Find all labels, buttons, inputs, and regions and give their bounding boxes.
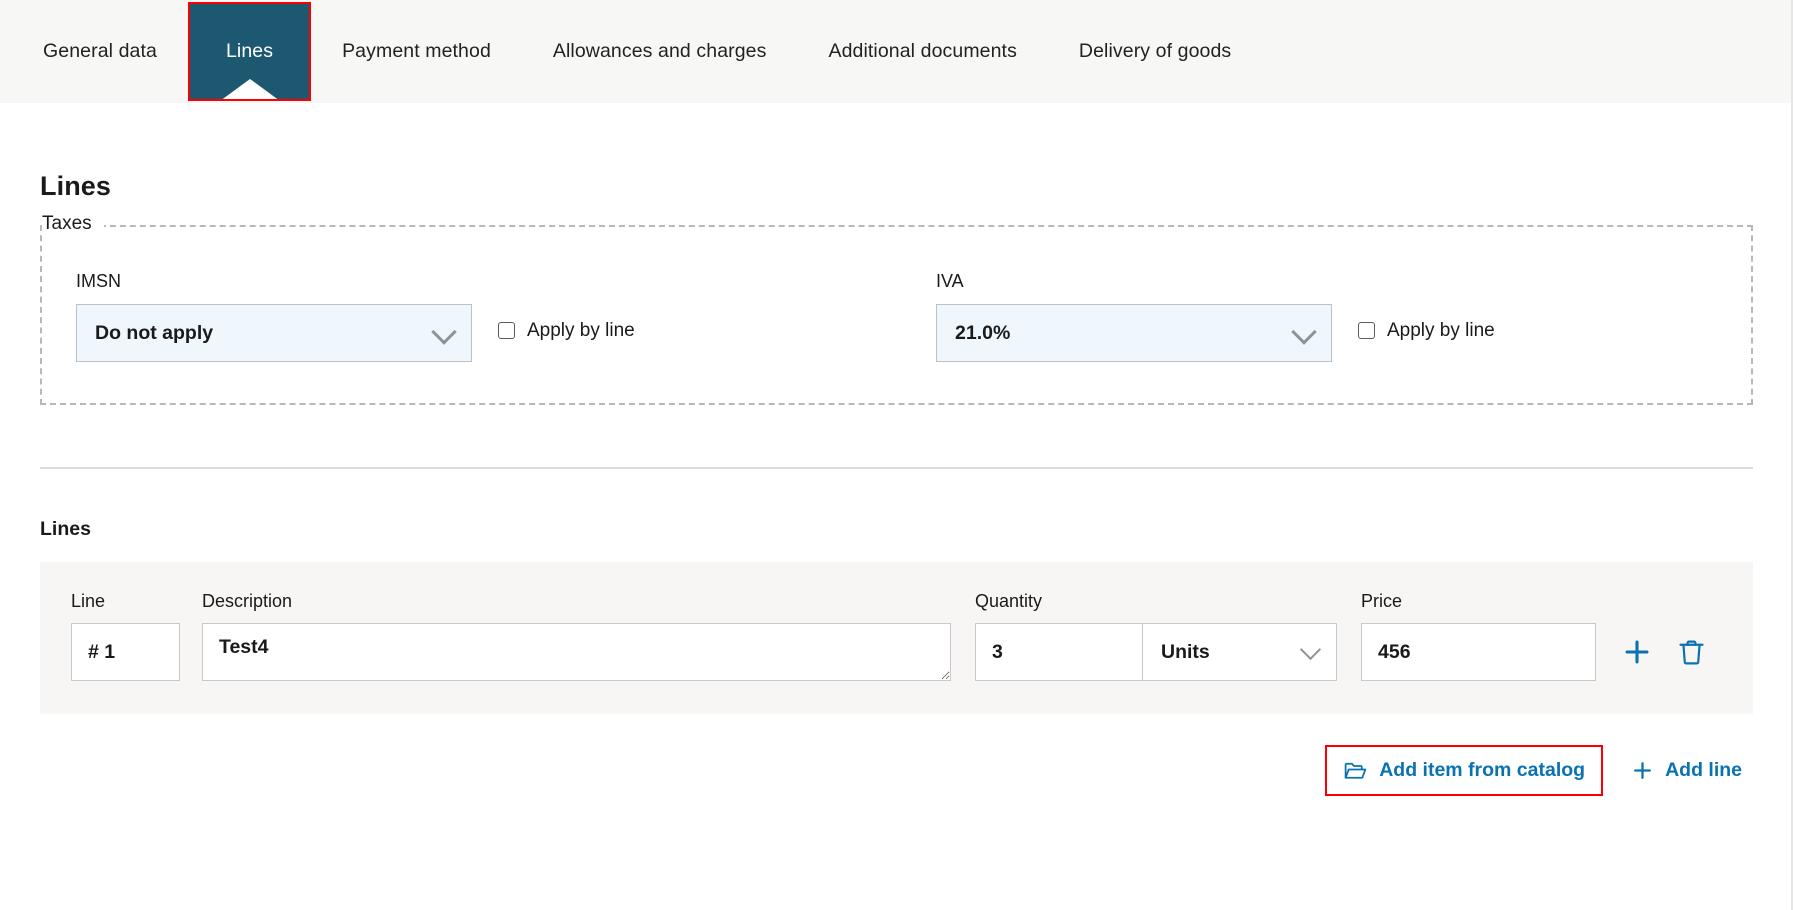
delete-line-row-button[interactable]	[1676, 637, 1707, 668]
imsn-group: IMSN Do not apply Apply by line	[76, 271, 936, 362]
add-item-from-catalog-label: Add item from catalog	[1379, 759, 1586, 781]
line-description-cell: Test4	[202, 623, 951, 681]
tab-additional-documents[interactable]: Additional documents	[797, 0, 1047, 103]
table-row: Test4 Units	[71, 623, 1722, 681]
lines-section-title: Lines	[40, 518, 91, 540]
section-divider	[40, 467, 1753, 469]
chevron-down-icon	[431, 319, 457, 345]
imsn-select-value: Do not apply	[95, 321, 214, 344]
page-title: Lines	[40, 171, 112, 201]
tab-label: Payment method	[342, 40, 491, 62]
content-area: Lines Taxes IMSN Do not apply Apply by l	[0, 103, 1793, 910]
tab-label: Delivery of goods	[1078, 40, 1232, 62]
taxes-legend: Taxes	[42, 213, 104, 235]
imsn-label: IMSN	[76, 271, 121, 291]
open-folder-icon	[1344, 762, 1367, 779]
add-line-button[interactable]: Add line	[1624, 747, 1748, 794]
line-unit-value: Units	[1161, 640, 1210, 663]
chevron-down-icon	[1291, 319, 1317, 345]
chevron-down-icon	[1299, 638, 1322, 661]
iva-apply-by-line-label: Apply by line	[1387, 319, 1495, 341]
iva-field: IVA 21.0%	[936, 271, 1332, 362]
app-root: General data Lines Payment method Allowa…	[0, 0, 1793, 910]
line-number-input[interactable]	[71, 623, 180, 681]
tab-allowances-and-charges[interactable]: Allowances and charges	[522, 0, 798, 103]
tab-general-data[interactable]: General data	[12, 0, 188, 103]
line-actions-cell	[1620, 623, 1707, 681]
iva-select[interactable]: 21.0%	[936, 304, 1332, 362]
line-quantity-cell: Units	[975, 623, 1337, 681]
plus-icon	[1625, 640, 1649, 664]
add-line-row-button[interactable]	[1620, 635, 1654, 669]
iva-apply-by-line-checkbox[interactable]	[1358, 322, 1375, 339]
plus-icon	[1634, 762, 1652, 779]
line-quantity-input[interactable]	[975, 623, 1142, 681]
line-price-input[interactable]	[1361, 623, 1596, 681]
tab-lines[interactable]: Lines	[187, 2, 312, 101]
column-header-line: Line	[71, 591, 106, 611]
tab-bar: General data Lines Payment method Allowa…	[0, 0, 1793, 103]
tab-label: Lines	[225, 40, 274, 62]
line-price-cell	[1361, 623, 1596, 681]
column-header-price: Price	[1361, 591, 1403, 611]
iva-apply-by-line-checkbox-wrap[interactable]: Apply by line	[1358, 320, 1495, 342]
tab-label: Additional documents	[828, 40, 1017, 62]
iva-select-value: 21.0%	[955, 321, 1011, 344]
tab-delivery-of-goods[interactable]: Delivery of goods	[1048, 0, 1262, 103]
tab-label: Allowances and charges	[552, 40, 767, 62]
tab-label: General data	[43, 40, 157, 62]
taxes-row: IMSN Do not apply Apply by line IVA 21.0…	[76, 253, 1717, 362]
column-header-description: Description	[202, 591, 293, 611]
imsn-field: IMSN Do not apply	[76, 271, 472, 362]
lines-table-header: Line Description Quantity Price	[71, 591, 1722, 612]
taxes-fieldset: Taxes IMSN Do not apply Apply by line IV…	[40, 213, 1753, 405]
line-number-cell	[71, 623, 180, 681]
tab-payment-method[interactable]: Payment method	[311, 0, 522, 103]
imsn-apply-by-line-checkbox[interactable]	[498, 322, 515, 339]
line-description-textarea[interactable]: Test4	[202, 623, 951, 681]
iva-group: IVA 21.0% Apply by line	[936, 271, 1495, 362]
add-line-label: Add line	[1665, 759, 1742, 781]
trash-icon	[1679, 640, 1704, 664]
line-unit-select[interactable]: Units	[1142, 623, 1337, 681]
imsn-apply-by-line-label: Apply by line	[527, 319, 635, 341]
imsn-select[interactable]: Do not apply	[76, 304, 472, 362]
add-item-from-catalog-button[interactable]: Add item from catalog	[1325, 745, 1604, 796]
lines-panel: Line Description Quantity Price Test4 Un…	[40, 562, 1753, 714]
lines-bottom-actions: Add item from catalog Add line	[40, 745, 1753, 796]
imsn-apply-by-line-checkbox-wrap[interactable]: Apply by line	[498, 320, 635, 342]
iva-label: IVA	[936, 271, 964, 291]
column-header-quantity: Quantity	[975, 591, 1043, 611]
active-tab-notch-icon	[219, 79, 280, 99]
